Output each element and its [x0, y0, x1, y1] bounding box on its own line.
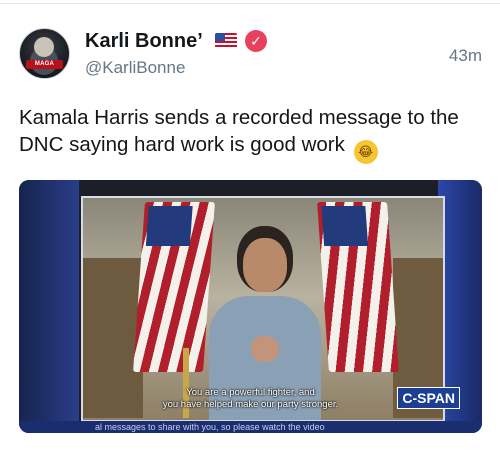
post-timestamp[interactable]: 43m	[449, 46, 482, 66]
verified-badge-icon: ✓	[245, 30, 267, 52]
tweet-text: Kamala Harris sends a recorded message t…	[19, 104, 481, 164]
us-flag-icon	[215, 33, 237, 48]
tweet-body: Kamala Harris sends a recorded message t…	[19, 106, 459, 156]
american-flag-right-icon	[317, 202, 399, 372]
rolling-laughing-emoji-icon: 😂	[353, 140, 378, 164]
top-divider	[0, 3, 500, 4]
avatar-figure	[34, 37, 54, 57]
news-ticker: al messages to share with you, so please…	[19, 421, 482, 433]
author-display-name[interactable]: Karli Bonne’	[85, 30, 203, 53]
speaker-hands	[251, 336, 279, 362]
avatar[interactable]: MAGA	[19, 28, 70, 79]
speaker-head	[243, 238, 287, 292]
avatar-logo-text: MAGA	[26, 60, 63, 69]
cspan-logo: C-SPAN	[397, 387, 460, 409]
american-flag-left-icon	[133, 202, 215, 372]
author-handle[interactable]: @KarliBonne	[85, 58, 185, 78]
tweet-media-image[interactable]: You are a powerful fighter, and you have…	[19, 180, 482, 433]
